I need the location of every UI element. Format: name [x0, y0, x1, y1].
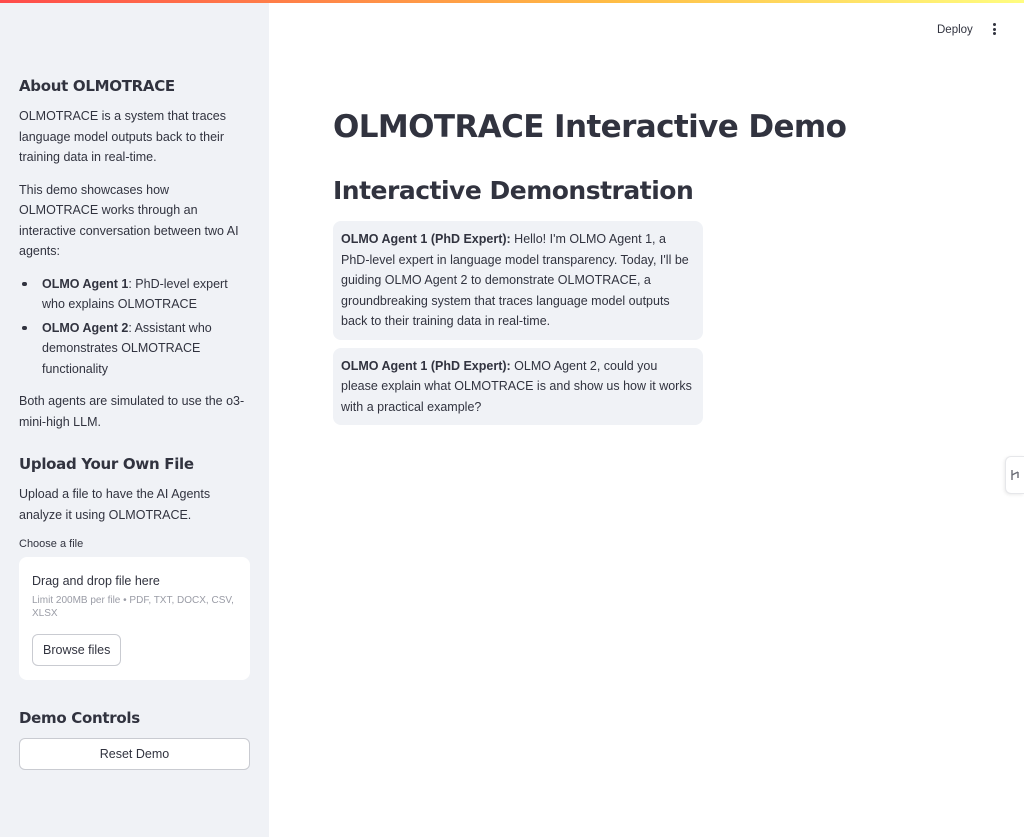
kebab-menu-icon[interactable] [988, 21, 1000, 37]
deploy-button[interactable]: Deploy [931, 20, 979, 40]
message-speaker: OLMO Agent 1 (PhD Expert): [341, 232, 511, 246]
file-dropzone[interactable]: Drag and drop file here Limit 200MB per … [19, 557, 250, 680]
chat-message: OLMO Agent 1 (PhD Expert): Hello! I'm OL… [333, 221, 703, 340]
demo-controls-heading: Demo Controls [19, 709, 140, 727]
agent-name: OLMO Agent 2 [42, 320, 129, 335]
upload-heading: Upload Your Own File [19, 455, 194, 473]
main-content: OLMOTRACE Interactive Demo Interactive D… [333, 105, 933, 433]
sidebar: About OLMOTRACE OLMOTRACE is a system th… [0, 0, 269, 837]
file-uploader-label: Choose a file [19, 538, 84, 550]
message-text: Hello! I'm OLMO Agent 1, a PhD-level exp… [341, 232, 689, 328]
reset-demo-button[interactable]: Reset Demo [19, 738, 250, 770]
message-speaker: OLMO Agent 1 (PhD Expert): [341, 358, 511, 373]
dropzone-limit-text: Limit 200MB per file • PDF, TXT, DOCX, C… [32, 595, 234, 619]
about-paragraph-1: OLMOTRACE is a system that traces langua… [19, 109, 226, 164]
about-paragraph-2: This demo showcases how OLMOTRACE works … [19, 182, 239, 259]
browse-files-button[interactable]: Browse files [32, 634, 122, 666]
chat-message: OLMO Agent 1 (PhD Expert): OLMO Agent 2,… [333, 347, 703, 425]
top-decoration-bar [0, 0, 1024, 3]
conversation: OLMO Agent 1 (PhD Expert): Hello! I'm OL… [333, 221, 703, 425]
about-heading: About OLMOTRACE [19, 77, 175, 95]
expand-icon [1011, 470, 1019, 480]
side-panel-toggle[interactable] [1005, 456, 1024, 494]
list-item: OLMO Agent 2: Assistant who demonstrates… [19, 318, 250, 380]
section-subtitle: Interactive Demonstration [333, 176, 694, 205]
agents-list: OLMO Agent 1: PhD-level expert who expla… [19, 274, 250, 380]
list-item: OLMO Agent 1: PhD-level expert who expla… [19, 274, 250, 315]
dropzone-title: Drag and drop file here [32, 574, 160, 588]
about-paragraph-3: Both agents are simulated to use the o3-… [19, 394, 245, 429]
page-title: OLMOTRACE Interactive Demo [333, 109, 847, 145]
agent-name: OLMO Agent 1 [42, 276, 129, 291]
upload-description: Upload a file to have the AI Agents anal… [19, 487, 211, 522]
